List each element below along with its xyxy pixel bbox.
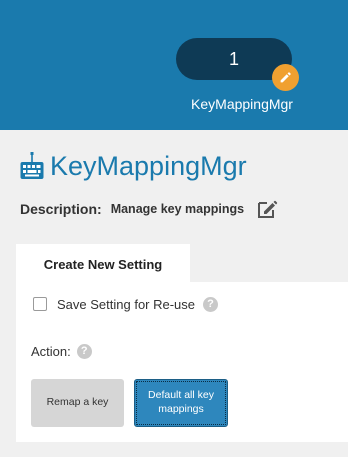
help-icon[interactable]: ? bbox=[203, 296, 219, 312]
save-setting-checkbox[interactable] bbox=[33, 297, 47, 311]
save-setting-label[interactable]: Save Setting for Re-use bbox=[57, 297, 195, 312]
pencil-icon[interactable] bbox=[272, 64, 299, 91]
description-row: Description: Manage key mappings bbox=[20, 196, 278, 222]
tab-create-new-setting[interactable]: Create New Setting bbox=[16, 244, 190, 284]
action-row: Action: ? bbox=[31, 342, 92, 360]
action-label: Action: bbox=[31, 343, 71, 359]
header-bar: 1 KeyMappingMgr bbox=[0, 0, 348, 130]
edit-icon[interactable] bbox=[256, 199, 278, 219]
page-title: KeyMappingMgr bbox=[20, 148, 247, 184]
default-all-button[interactable]: Default all key mappings bbox=[134, 379, 228, 427]
description-text: Manage key mappings bbox=[110, 202, 245, 216]
description-label: Description: bbox=[20, 201, 102, 217]
keyboard-icon bbox=[20, 152, 44, 179]
remap-key-button[interactable]: Remap a key bbox=[31, 379, 124, 427]
profile-name: KeyMappingMgr bbox=[191, 96, 293, 112]
page-title-text: KeyMappingMgr bbox=[50, 150, 247, 181]
save-setting-row: Save Setting for Re-use ? bbox=[33, 294, 219, 314]
help-icon[interactable]: ? bbox=[76, 343, 92, 359]
